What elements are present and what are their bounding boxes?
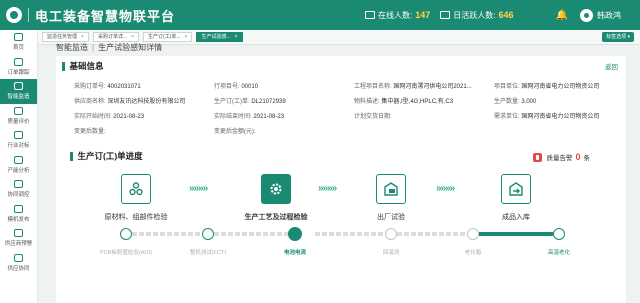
close-icon[interactable]: × (185, 32, 188, 42)
field-po: 采购订单号: 4002031071 (74, 84, 141, 90)
tab-production-order[interactable]: 生产订(工)单... × (143, 32, 193, 42)
online-users-stat: 在线人数: 147 (365, 10, 430, 21)
sidebar-item-quality[interactable]: 质量评价 (0, 104, 37, 129)
factory-icon (376, 174, 406, 204)
alarm-icon (533, 152, 543, 162)
capacity-icon (14, 155, 23, 164)
step-label: 整机测试(FCT) (189, 250, 227, 256)
chevron-arrows-1: »»»» (189, 183, 208, 194)
daily-active-stat: 日活跃人数: 646 (440, 10, 514, 21)
stage-materials[interactable]: 原材料、组部件检验 (86, 174, 186, 222)
step-connector (214, 232, 288, 236)
step-connector (315, 232, 385, 236)
bell-icon[interactable]: 🔔 (556, 10, 568, 21)
tab-purchase-order[interactable]: 采购订单详... × (92, 32, 140, 42)
close-icon[interactable]: × (235, 32, 238, 42)
field-changed-qty: 变更后数量: (74, 129, 106, 135)
username[interactable]: 韩政鸿 (597, 10, 621, 21)
top-bar: 电工装备智慧物联平台 在线人数: 147 日活跃人数: 646 🔔 韩政鸿 (0, 0, 640, 30)
field-production-order: 生产订(工)单: DL21072939 (214, 99, 286, 105)
back-link[interactable]: 返回 (605, 61, 618, 71)
sidebar-item-warning[interactable]: 供应商预警 (0, 226, 37, 251)
alarm-count: 0 (575, 152, 581, 162)
tab-production-test[interactable]: 生产试验感... × (196, 32, 243, 42)
field-quantity: 生产数量: 3.000 (494, 99, 537, 105)
field-unit: 项目单位: 国网河南省电力公司物资公司 (494, 84, 600, 90)
step-label: 高温老化 (547, 250, 571, 256)
step-label: 电池电流 (283, 250, 307, 256)
step-timeline: PCB板配置检验(AOI) 整机测试(FCT) 电池电流 回温测 老化箱 高温老… (56, 227, 626, 268)
step-connector (397, 232, 467, 236)
field-material: 物料描述: 集中器,I型,4G,HPLC,有,C3 (354, 99, 454, 105)
quality-icon (14, 106, 23, 115)
step-node-aoi[interactable] (120, 228, 132, 240)
field-project: 工程项目名称: 国网河南漯河供电公司2021... (354, 84, 472, 90)
breadcrumb-current: 生产试验感知详情 (98, 43, 163, 52)
tab-task-management[interactable]: 监造任务管理 × (42, 32, 89, 42)
sidebar-item-home[interactable]: 首页 (0, 30, 37, 55)
sidebar: 首页 订单跟踪 智能监造 质量评价 行业对标 产能分析 协同调控 模机发布 供应… (0, 30, 38, 303)
field-start-time: 实际开始时间: 2021-08-23 (74, 114, 145, 120)
daily-label: 日活跃人数: (453, 10, 496, 20)
chevron-arrows-2: »»»» (318, 183, 337, 194)
close-icon[interactable]: × (131, 32, 134, 42)
section-title: 基础信息 (62, 60, 104, 72)
step-node-battery[interactable] (288, 227, 302, 241)
step-node-aging-box[interactable] (467, 228, 479, 240)
progress-title: 生产订(工)单进度 (70, 150, 143, 162)
user-icon (440, 11, 451, 19)
field-end-time: 实际结束时间: 2021-08-23 (214, 114, 285, 120)
quality-alarm[interactable]: 质量告警 0 条 (533, 152, 590, 162)
monitor-icon (14, 82, 23, 91)
tab-options-button[interactable]: 标签选项 ▾ (602, 32, 634, 42)
home-icon (14, 33, 23, 42)
warehouse-icon (501, 174, 531, 204)
collab-icon (14, 180, 23, 189)
monitor-icon (365, 11, 376, 19)
avatar[interactable] (580, 8, 593, 22)
sidebar-item-monitoring[interactable]: 智能监造 (0, 79, 37, 104)
field-changed-amount: 变更后金额(元): (214, 129, 256, 135)
breadcrumb: 智能监造 | 生产试验感知详情 (56, 43, 163, 52)
sidebar-item-orders[interactable]: 订单跟踪 (0, 55, 37, 80)
breadcrumb-parent[interactable]: 智能监造 (56, 43, 88, 52)
step-label: 老化箱 (464, 250, 482, 256)
online-count: 147 (415, 10, 431, 20)
stage-process[interactable]: 生产工艺及过程检验 (226, 174, 326, 222)
field-plan-date: 计划交货日期: (354, 114, 392, 120)
benchmark-icon (14, 131, 23, 140)
order-icon (14, 57, 23, 66)
sidebar-item-release[interactable]: 模机发布 (0, 202, 37, 227)
online-label: 在线人数: (378, 10, 413, 20)
step-node-high-temp[interactable] (553, 228, 565, 240)
app-title: 电工装备智慧物联平台 (35, 8, 176, 24)
step-label: 回温测 (382, 250, 400, 256)
chevron-arrows-3: »»»» (436, 183, 455, 194)
step-connector (479, 232, 553, 236)
stage-warehouse[interactable]: 成品入库 (466, 174, 566, 222)
supply-icon (14, 253, 23, 262)
materials-icon (121, 174, 151, 204)
release-icon (14, 204, 23, 213)
gear-icon (261, 174, 291, 204)
sidebar-item-capacity[interactable]: 产能分析 (0, 153, 37, 178)
step-node-fct[interactable] (202, 228, 214, 240)
brand-divider (28, 8, 29, 22)
daily-count: 646 (498, 10, 514, 20)
warning-icon (14, 229, 23, 238)
field-line: 行项目号: 00010 (214, 84, 259, 90)
basic-info-card: 基础信息 返回 采购订单号: 4002031071 行项目号: 00010 工程… (56, 56, 626, 146)
progress-card: 生产订(工)单进度 质量告警 0 条 原材料、组部件检验 »»»» 生产工艺及过… (56, 146, 626, 303)
sidebar-item-benchmark[interactable]: 行业对标 (0, 128, 37, 153)
field-demand-unit: 需求单位: 国网河南省电力公司物资公司 (494, 114, 600, 120)
close-icon[interactable]: × (81, 32, 84, 42)
stage-factory-test[interactable]: 出厂试验 (341, 174, 441, 222)
field-supplier: 供应商名称: 深圳友讯达科技股份有限公司 (74, 99, 186, 105)
sidebar-item-collab[interactable]: 协同调控 (0, 177, 37, 202)
step-node-temp[interactable] (385, 228, 397, 240)
step-connector (132, 232, 202, 236)
logo-icon (6, 7, 22, 23)
sidebar-item-supply[interactable]: 供应协同 (0, 251, 37, 276)
step-label: PCB板配置检验(AOI) (100, 250, 152, 256)
